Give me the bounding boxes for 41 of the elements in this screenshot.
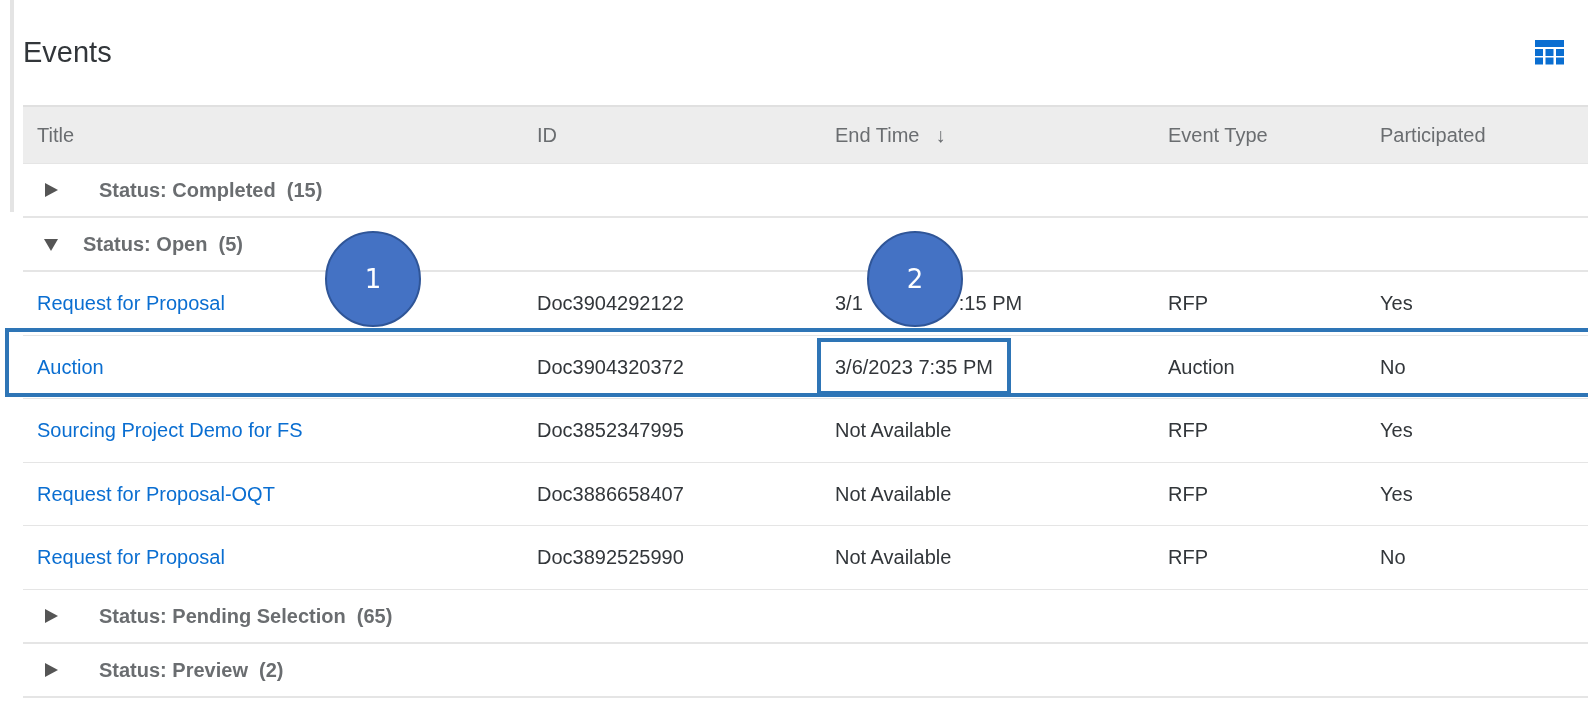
event-link[interactable]: Sourcing Project Demo for FS: [23, 415, 523, 446]
group-label: Status: Open (5): [83, 232, 243, 257]
table-cell-text: Yes: [1379, 291, 1414, 317]
table-cell-text: RFP: [1167, 545, 1209, 571]
column-header[interactable]: End Time ↓: [821, 120, 1154, 150]
column-header[interactable]: Event Type: [1154, 120, 1366, 150]
table-cell-text: Yes: [1379, 418, 1414, 444]
table-cell: Not Available: [835, 482, 952, 505]
table-cell-text: Auction: [1167, 354, 1236, 380]
expand-triangle-icon[interactable]: [43, 607, 59, 624]
table-cell-text: Doc3904292122: [536, 291, 685, 317]
column-header[interactable]: ID: [523, 120, 821, 150]
table-cell-text: Doc3904320372: [536, 354, 685, 380]
table-cell-text: Doc3886658407: [536, 481, 685, 507]
collapse-triangle-icon[interactable]: [43, 236, 59, 252]
table-cell-text: No: [1379, 354, 1407, 380]
expand-triangle-icon[interactable]: [43, 182, 59, 198]
table-cell: 3/1: [835, 292, 863, 315]
table-cell: Not Available: [835, 546, 952, 569]
table-cell-text: Doc3852347995: [536, 418, 685, 444]
event-link[interactable]: Auction: [23, 351, 523, 382]
event-link[interactable]: Request for Proposal-OQT: [23, 478, 523, 509]
event-link[interactable]: Request for Proposal: [23, 542, 523, 573]
table-settings-icon[interactable]: [1535, 40, 1564, 65]
table-cell-text: RFP: [1167, 481, 1209, 507]
table-cell-text: RFP: [1167, 291, 1209, 317]
table-cell-text: No: [1379, 545, 1407, 571]
section-title: Events: [23, 34, 112, 70]
expand-triangle-icon[interactable]: [43, 661, 59, 678]
table-cell-text: RFP: [1167, 418, 1209, 444]
callout-marker: 1: [325, 231, 421, 327]
column-header[interactable]: Title: [23, 120, 523, 150]
table-cell-text: Yes: [1379, 481, 1414, 507]
group-label: Status: Completed (15): [99, 178, 323, 203]
table-cell: Not Available: [835, 419, 952, 442]
table-cell-text: Doc3892525990: [536, 545, 685, 571]
column-header[interactable]: Participated: [1366, 120, 1588, 150]
sort-icon: ↓: [935, 120, 946, 150]
group-label: Status: Pending Selection (65): [99, 603, 393, 629]
group-label: Status: Preview (2): [99, 657, 284, 683]
table-cell: 3/6/2023 7:35 PM: [835, 355, 993, 378]
